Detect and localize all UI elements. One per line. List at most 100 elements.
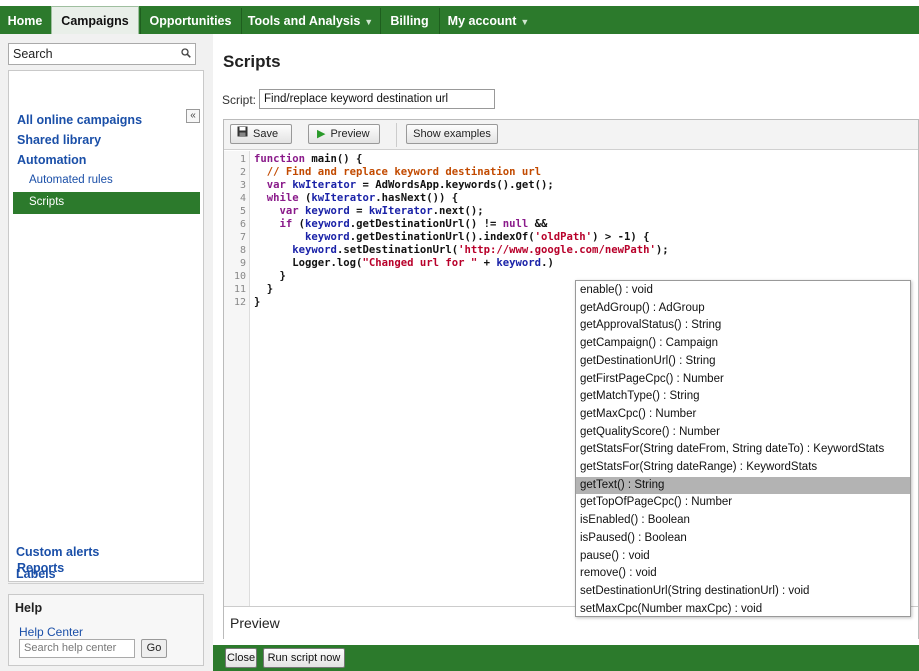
line-number: 1 xyxy=(239,154,246,165)
keyword-token: var xyxy=(266,179,286,191)
code-token: = AdWordsApp.keywords().get(); xyxy=(356,179,554,191)
string-token: 'http://www.google.com/newPath' xyxy=(458,244,656,256)
sidebar-item-automated-rules[interactable]: Automated rules xyxy=(29,174,113,186)
autocomplete-item[interactable]: remove() : void xyxy=(576,565,910,583)
code-text: var kwIterator = AdWordsApp.keywords().g… xyxy=(254,179,554,192)
autocomplete-item[interactable]: getDestinationUrl() : String xyxy=(576,353,910,371)
autocomplete-item[interactable]: getQualityScore() : Number xyxy=(576,424,910,442)
autocomplete-item[interactable]: enable() : void xyxy=(576,282,910,300)
code-line: 5 var keyword = kwIterator.next(); xyxy=(224,205,918,218)
variable-token: kwIterator xyxy=(311,192,376,204)
play-icon: ▶ xyxy=(317,128,326,140)
variable-token: keyword xyxy=(305,231,350,243)
string-token: 'oldPath' xyxy=(534,231,593,243)
code-line: 4 while (kwIterator.hasNext()) { xyxy=(224,192,918,205)
autocomplete-item[interactable]: getMaxCpc() : Number xyxy=(576,406,910,424)
preview-label: Preview xyxy=(330,128,370,140)
sidebar-item-scripts[interactable]: Scripts xyxy=(13,192,200,214)
sidebar-item-all-online-campaigns[interactable]: All online campaigns xyxy=(17,113,142,127)
string-token: "Changed url for " xyxy=(362,257,478,269)
sidebar-item-labels[interactable]: Labels xyxy=(16,567,56,581)
help-search-input[interactable]: Search help center xyxy=(19,639,135,658)
autocomplete-item[interactable]: pause() : void xyxy=(576,548,910,566)
sidebar-search-input[interactable]: Search xyxy=(8,43,196,65)
code-token: + xyxy=(477,257,497,269)
sidebar-item-shared-library[interactable]: Shared library xyxy=(17,133,101,147)
code-text: } xyxy=(254,296,260,309)
tab-my-account[interactable]: My account ▼ xyxy=(439,8,537,34)
tab-campaigns[interactable]: Campaigns xyxy=(51,6,139,34)
code-token: ( xyxy=(298,192,312,204)
sidebar-nav-panel: « All online campaigns Shared library Au… xyxy=(8,70,204,582)
collapse-sidebar-button[interactable]: « xyxy=(186,109,200,123)
code-text: var keyword = kwIterator.next(); xyxy=(254,205,484,218)
line-number: 3 xyxy=(239,180,246,191)
variable-token: kwIterator xyxy=(292,179,357,191)
save-icon xyxy=(237,126,248,140)
tab-home[interactable]: Home xyxy=(0,8,50,34)
collapse-icon: « xyxy=(190,110,196,121)
autocomplete-item[interactable]: getCampaign() : Campaign xyxy=(576,335,910,353)
code-token: main() { xyxy=(305,153,363,165)
autocomplete-item[interactable]: isPaused() : Boolean xyxy=(576,530,910,548)
line-number: 12 xyxy=(233,297,246,308)
help-go-button[interactable]: Go xyxy=(141,639,167,658)
code-text: keyword.setDestinationUrl('http://www.go… xyxy=(254,244,668,257)
search-icon[interactable] xyxy=(181,45,191,65)
variable-token: keyword xyxy=(292,244,337,256)
autocomplete-item[interactable]: getStatsFor(String dateFrom, String date… xyxy=(576,441,910,459)
line-number: 9 xyxy=(239,258,246,269)
code-line: 2 // Find and replace keyword destinatio… xyxy=(224,166,918,179)
keyword-token: if xyxy=(279,218,293,230)
comment-token: // Find and replace keyword destination … xyxy=(254,166,542,178)
autocomplete-item[interactable]: getAdGroup() : AdGroup xyxy=(576,300,910,318)
line-number: 4 xyxy=(239,193,246,204)
line-number: 2 xyxy=(239,167,246,178)
show-examples-button[interactable]: Show examples xyxy=(406,124,498,144)
line-number: 5 xyxy=(239,206,246,217)
code-line: 8 keyword.setDestinationUrl('http://www.… xyxy=(224,244,918,257)
autocomplete-item[interactable]: setDestinationUrl(String destinationUrl)… xyxy=(576,583,910,601)
code-line: 9 Logger.log("Changed url for " + keywor… xyxy=(224,257,918,270)
tab-label: My account xyxy=(447,14,517,28)
variable-token: kwIterator xyxy=(368,205,433,217)
autocomplete-item[interactable]: getStatsFor(String dateRange) : KeywordS… xyxy=(576,459,910,477)
tab-label: Billing xyxy=(390,14,429,28)
code-line: 3 var kwIterator = AdWordsApp.keywords()… xyxy=(224,179,918,192)
tab-opportunities[interactable]: Opportunities xyxy=(140,8,240,34)
autocomplete-item[interactable]: getMatchType() : String xyxy=(576,388,910,406)
close-button[interactable]: Close xyxy=(225,648,257,668)
script-name-input[interactable]: Find/replace keyword destination url xyxy=(259,89,495,109)
save-button[interactable]: Save xyxy=(230,124,292,144)
code-line: 6 if (keyword.getDestinationUrl() != nul… xyxy=(224,218,918,231)
autocomplete-item[interactable]: isEnabled() : Boolean xyxy=(576,512,910,530)
help-center-link[interactable]: Help Center xyxy=(19,625,83,639)
sidebar-item-automation[interactable]: Automation xyxy=(17,153,86,167)
autocomplete-item[interactable]: getTopOfPageCpc() : Number xyxy=(576,494,910,512)
line-number: 8 xyxy=(239,245,246,256)
tab-label: Tools and Analysis xyxy=(247,14,361,28)
tab-billing[interactable]: Billing xyxy=(380,8,438,34)
code-line: 1 function main() { xyxy=(224,153,918,166)
autocomplete-item[interactable]: getFirstPageCpc() : Number xyxy=(576,371,910,389)
editor-toolbar: Save ▶ Preview Show examples xyxy=(224,120,918,150)
code-token: .getDestinationUrl() != xyxy=(349,218,503,230)
line-number: 11 xyxy=(233,284,246,295)
preview-button[interactable]: ▶ Preview xyxy=(308,124,380,144)
divider xyxy=(8,583,204,584)
tab-label: Home xyxy=(7,14,43,28)
code-line: 7 keyword.getDestinationUrl().indexOf('o… xyxy=(224,231,918,244)
run-script-now-button[interactable]: Run script now xyxy=(263,648,345,668)
autocomplete-item-selected[interactable]: getText() : String xyxy=(576,476,910,495)
keyword-token: null xyxy=(502,218,529,230)
tab-tools-and-analysis[interactable]: Tools and Analysis ▼ xyxy=(241,8,379,34)
chevron-down-icon: ▼ xyxy=(364,17,374,27)
variable-token: keyword xyxy=(305,205,350,217)
sidebar-item-custom-alerts[interactable]: Custom alerts xyxy=(16,545,99,559)
autocomplete-item[interactable]: setMaxCpc(Number maxCpc) : void xyxy=(576,601,910,619)
help-panel: Help Help Center Search help center Go xyxy=(8,594,204,666)
code-token: Logger.log( xyxy=(292,257,363,269)
autocomplete-item[interactable]: getApprovalStatus() : String xyxy=(576,317,910,335)
toolbar-separator xyxy=(396,123,397,147)
code-token: .getDestinationUrl().indexOf( xyxy=(349,231,535,243)
